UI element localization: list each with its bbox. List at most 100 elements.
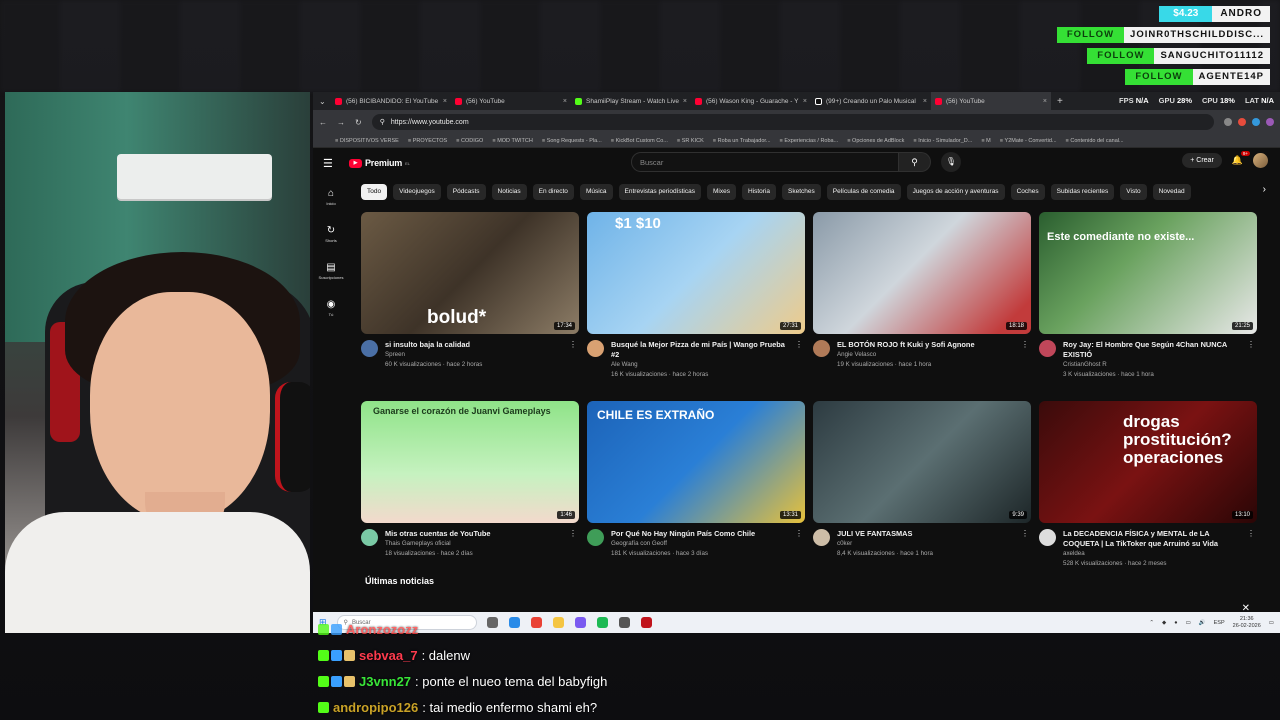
reload-icon[interactable]: ↻ [355,118,362,127]
video-title[interactable]: Mis otras cuentas de YouTube [385,529,567,539]
video-card[interactable]: drogas prostitución? operaciones 13:10 L… [1039,401,1257,583]
video-title[interactable]: Por Qué No Hay Ningún País Como Chile [611,529,793,539]
channel-name[interactable]: Spreen [385,350,567,360]
video-thumbnail[interactable]: 9:39 [813,401,1031,523]
bookmark[interactable]: PROYECTOS [408,138,447,144]
video-thumbnail[interactable]: CHILE ES EXTRAÑO 13:31 [587,401,805,523]
channel-avatar[interactable] [361,340,378,357]
browser-tab[interactable]: ShamiiPlay Stream - Watch Live × [571,92,691,110]
bookmark[interactable]: Roba un Trabajador... [713,138,771,144]
more-options-icon[interactable]: ⋮ [1247,340,1255,349]
video-card[interactable]: CHILE ES EXTRAÑO 13:31 Por Qué No Hay Ni… [587,401,805,583]
notifications-icon[interactable]: ▭ [1269,620,1274,626]
video-card[interactable]: bolud* 17:34 si insulto baja la calidad … [361,212,579,394]
browser-tab[interactable]: (56) YouTube × [451,92,571,110]
back-icon[interactable]: ← [319,118,327,127]
tab-menu-icon[interactable]: ⌄ [319,97,331,106]
video-card[interactable]: Ganarse el corazón de Juanvi Gameplays 1… [361,401,579,583]
file-explorer-icon[interactable] [552,617,564,628]
account-avatar[interactable] [1253,153,1268,168]
channel-avatar[interactable] [1039,340,1056,357]
chip[interactable]: Mixes [706,184,736,200]
channel-name[interactable]: Thais Gameplays oficial [385,539,567,549]
chip[interactable]: Noticias [491,184,527,200]
more-options-icon[interactable]: ⋮ [1247,529,1255,538]
channel-name[interactable]: Geografía con Geoff [611,539,793,549]
chip[interactable]: Entrevistas periodísticas [618,184,701,200]
guide-item-subscriptions[interactable]: ▤ Suscripciones [313,252,349,289]
channel-avatar[interactable] [1039,529,1056,546]
video-title[interactable]: Roy Jay: El Hombre Que Según 4Chan NUNCA… [1063,340,1245,360]
close-tab-icon[interactable]: × [923,98,927,105]
menu-icon[interactable]: ☰ [323,157,349,170]
video-thumbnail[interactable]: bolud* 17:34 [361,212,579,334]
video-thumbnail[interactable]: Ganarse el corazón de Juanvi Gameplays 1… [361,401,579,523]
more-options-icon[interactable]: ⋮ [795,529,803,538]
channel-avatar[interactable] [361,529,378,546]
chevron-up-icon[interactable]: ⌃ [1149,620,1154,626]
site-info-icon[interactable]: ⚲ [380,118,385,126]
video-thumbnail[interactable]: 18:18 [813,212,1031,334]
video-thumbnail[interactable]: Este comediante no existe... 21:25 [1039,212,1257,334]
browser-tab[interactable]: (99+) Creando un Palo Musical × [811,92,931,110]
video-card[interactable]: 18:18 EL BOTÓN ROJO ft Kuki y Sofi Agnon… [813,212,1031,394]
volume-icon[interactable]: 🔊 [1199,620,1206,626]
close-tab-icon[interactable]: × [563,98,567,105]
video-card[interactable]: 9:39 JULI VE FANTASMAS c0ker 8,4 K visua… [813,401,1031,583]
browser-tab-active[interactable]: (56) YouTube × [931,92,1051,110]
forward-icon[interactable]: → [337,118,345,127]
chip[interactable]: Pódcasts [446,184,486,200]
video-title[interactable]: Busqué la Mejor Pizza de mi País | Wango… [611,340,793,360]
video-title[interactable]: La DECADENCIA FÍSICA y MENTAL de LA COQU… [1063,529,1245,549]
chevron-right-icon[interactable]: › [1263,184,1266,195]
chip[interactable]: Visto [1120,184,1147,200]
bookmark[interactable]: Experiencias / Roba... [780,138,838,144]
more-options-icon[interactable]: ⋮ [1021,340,1029,349]
more-options-icon[interactable]: ⋮ [569,529,577,538]
bookmark[interactable]: Y2Mate - Convertid... [1000,138,1057,144]
spotify-icon[interactable] [596,617,608,628]
guide-item-home[interactable]: ⌂ Inicio [313,178,349,215]
channel-avatar[interactable] [587,529,604,546]
chip[interactable]: Coches [1010,184,1045,200]
video-card[interactable]: $1 $10 27:31 Busqué la Mejor Pizza de mi… [587,212,805,394]
channel-avatar[interactable] [587,340,604,357]
chip[interactable]: Novedad [1152,184,1191,200]
close-tab-icon[interactable]: × [443,98,447,105]
more-options-icon[interactable]: ⋮ [1021,529,1029,538]
browser-tab[interactable]: (56) BICIBANDIDO: El YouTube × [331,92,451,110]
network-icon[interactable]: ▭ [1186,620,1191,626]
bookmark[interactable]: SR KICK [677,138,704,144]
bookmark[interactable]: KickBot Custom Co... [611,138,668,144]
close-tab-icon[interactable]: × [1043,98,1047,105]
channel-name[interactable]: c0ker [837,539,1019,549]
bookmark[interactable]: CODIGO [456,138,483,144]
video-title[interactable]: JULI VE FANTASMAS [837,529,1019,539]
microphone-icon[interactable]: 🎙 [941,152,961,172]
url-field[interactable]: ⚲ https://www.youtube.com [371,114,1214,130]
channel-avatar[interactable] [813,340,830,357]
obs-icon[interactable] [640,617,652,628]
clock[interactable]: 21:36 26-02-2026 [1233,616,1261,630]
video-thumbnail[interactable]: $1 $10 27:31 [587,212,805,334]
bookmark[interactable]: Opciones de AdBlock [847,138,904,144]
settings-icon[interactable] [618,617,630,628]
chip[interactable]: Videojuegos [393,184,441,200]
chip-all[interactable]: Todo [361,184,388,200]
bookmark[interactable]: Inicio - Simulador_D... [913,138,972,144]
channel-avatar[interactable] [813,529,830,546]
chip[interactable]: En directo [532,184,574,200]
keyboard-language[interactable]: ESP [1214,620,1225,626]
new-tab-icon[interactable]: + [1051,96,1069,107]
app-icon[interactable] [574,617,586,628]
search-input[interactable]: Buscar [631,152,899,172]
extension-icon[interactable] [1224,118,1232,126]
copilot-icon[interactable] [508,617,520,628]
more-options-icon[interactable]: ⋮ [795,340,803,349]
tray-app-icon[interactable]: ◆ [1162,620,1166,626]
guide-item-you[interactable]: ◉ Tú [313,289,349,326]
notifications-bell-icon[interactable]: 🔔 9+ [1232,151,1250,166]
chip[interactable]: Historia [741,184,777,200]
bookmark[interactable]: DISPOSITIVOS VERSE [335,138,399,144]
bookmark[interactable]: Contenido del canal... [1066,138,1123,144]
